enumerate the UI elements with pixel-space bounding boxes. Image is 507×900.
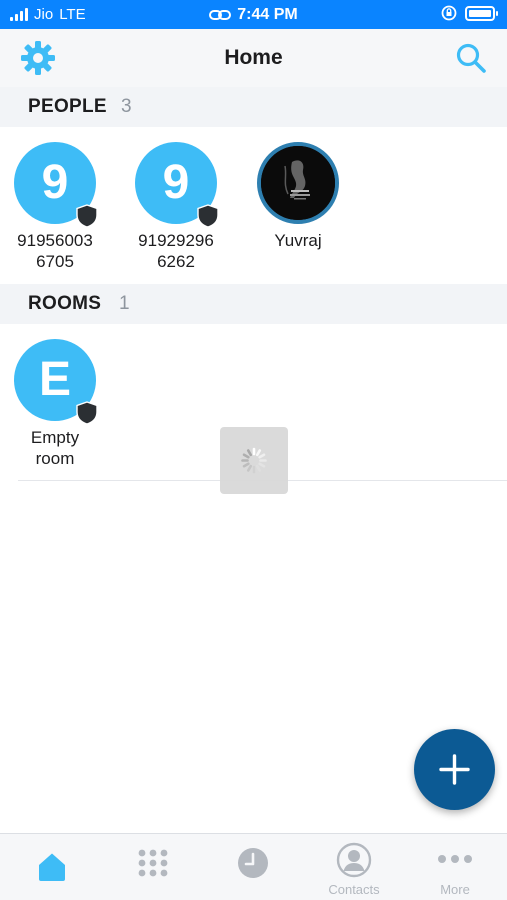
profile-photo-image — [261, 146, 335, 220]
tab-home[interactable] — [7, 834, 97, 900]
people-tile[interactable]: Yuvraj — [248, 142, 348, 251]
rotation-lock-icon — [441, 5, 457, 21]
status-bar: Jio LTE 7:44 PM — [0, 0, 507, 29]
people-name: 91929296 6262 — [126, 230, 226, 272]
shield-icon — [76, 401, 98, 425]
more-icon — [438, 855, 472, 863]
tab-dialpad[interactable] — [108, 834, 198, 900]
avatar: 9 — [135, 142, 219, 228]
status-time: 7:44 PM — [237, 6, 298, 23]
people-name-line1: 91956003 — [17, 231, 93, 250]
shield-icon — [76, 204, 98, 228]
people-section-header: PEOPLE 3 — [0, 87, 507, 127]
tab-contacts[interactable]: Contacts — [309, 834, 399, 900]
people-count: 3 — [121, 96, 132, 117]
spinner-icon — [241, 447, 267, 474]
bottom-tab-bar: Contacts More — [0, 833, 507, 900]
avatar-photo — [257, 142, 339, 224]
tab-more-label: More — [440, 882, 470, 897]
status-time-area: 7:44 PM — [0, 6, 507, 24]
room-tile[interactable]: E Empty room — [5, 339, 105, 469]
room-avatar: E — [14, 339, 98, 425]
people-name-line1: Yuvraj — [274, 231, 322, 250]
people-name-line1: 91929296 — [138, 231, 214, 250]
tab-more[interactable]: More — [410, 834, 500, 900]
add-button[interactable] — [414, 729, 495, 810]
room-initial: E — [38, 353, 71, 406]
rooms-section-title: ROOMS — [28, 293, 102, 314]
clock-icon — [238, 848, 268, 878]
room-name: Empty room — [5, 427, 105, 469]
loading-spinner — [220, 427, 288, 494]
people-name-line2: 6262 — [157, 252, 195, 271]
top-header: Home — [0, 29, 507, 89]
avatar-initial: 9 — [41, 156, 69, 209]
plus-icon — [439, 754, 470, 785]
contacts-icon — [336, 842, 372, 878]
rooms-section-header: ROOMS 1 — [0, 284, 507, 324]
dialpad-icon — [138, 849, 168, 877]
avatar-initial: 9 — [162, 156, 190, 209]
people-name-line2: 6705 — [36, 252, 74, 271]
search-icon[interactable] — [455, 42, 487, 74]
room-name-line2: room — [35, 449, 75, 468]
tab-recents[interactable] — [208, 834, 298, 900]
tab-contacts-label: Contacts — [328, 882, 380, 897]
people-section-title: PEOPLE — [28, 96, 107, 117]
rooms-count: 1 — [119, 293, 130, 314]
battery-icon — [465, 5, 498, 21]
people-tile[interactable]: 9 91929296 6262 — [126, 142, 226, 272]
people-tile[interactable]: 9 91956003 6705 — [5, 142, 105, 272]
avatar: 9 — [14, 142, 98, 228]
status-right — [441, 5, 498, 21]
people-name: Yuvraj — [248, 230, 348, 251]
page-title: Home — [224, 46, 283, 69]
people-name: 91956003 6705 — [5, 230, 105, 272]
home-icon — [39, 853, 65, 881]
room-name-line1: Empty — [30, 428, 80, 447]
link-icon — [209, 9, 232, 20]
shield-icon — [197, 204, 219, 228]
